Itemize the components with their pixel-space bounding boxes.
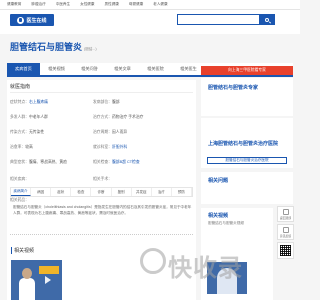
back-to-top-label: 返回顶部 bbox=[279, 215, 292, 220]
top-nav-link[interactable]: 母婴健康 bbox=[129, 2, 143, 7]
expert-box: 胆管结石与胆管炎专家 bbox=[201, 78, 293, 116]
top-nav: 健康教育 肿瘤治疗 中医养生 女性健康 男性健康 母婴健康 老人健康 bbox=[0, 0, 300, 10]
expert-banner-label: 向上海三甲医院看专家 bbox=[228, 68, 266, 72]
logo-text: 医生在线 bbox=[26, 17, 47, 24]
tab-exam[interactable]: 检查 bbox=[71, 188, 92, 196]
info-item: 就诊科室：肝胆外科 bbox=[93, 145, 128, 149]
hospital-button[interactable]: 胆管结石与胆管炎治疗医院 bbox=[207, 157, 287, 164]
logo-icon bbox=[17, 16, 25, 24]
top-nav-link[interactable]: 中医养生 bbox=[56, 2, 70, 7]
tab-diagnosis[interactable]: 诊断 bbox=[91, 188, 112, 196]
tab-qa[interactable]: 相关问答 bbox=[73, 63, 106, 75]
doctor-image bbox=[19, 268, 35, 300]
page-root: 健康教育 肿瘤治疗 中医养生 女性健康 男性健康 母婴健康 老人健康 医生在线 … bbox=[0, 0, 300, 300]
tab-differential[interactable]: 鉴别 bbox=[112, 188, 132, 196]
info-item: 典型症状：腹痛、寒战高热、黄疸 bbox=[10, 160, 67, 164]
top-nav-link[interactable]: 男性健康 bbox=[105, 2, 119, 7]
intro-text: 胆管结石与胆管炎（cholelithiasis and cholangitis）… bbox=[13, 205, 192, 215]
info-item: 多发人群：中老年人群 bbox=[10, 115, 48, 119]
video-heading: 相关视频 bbox=[11, 247, 34, 254]
arrow-up-icon bbox=[282, 208, 289, 215]
top-nav-link[interactable]: 女性健康 bbox=[80, 2, 94, 7]
video-thumbnail[interactable] bbox=[11, 260, 62, 300]
hospital-title: 上海胆管结石与胆管炎治疗医院 bbox=[208, 141, 279, 147]
related-qa-title: 相关问题 bbox=[208, 178, 229, 184]
page-title: 胆管结石与胆管炎 bbox=[10, 42, 83, 52]
back-to-top-button[interactable]: 返回顶部 bbox=[277, 206, 294, 222]
tab-prevention[interactable]: 预防 bbox=[172, 188, 192, 196]
tab-complication[interactable]: 并发症 bbox=[132, 188, 152, 196]
top-nav-link[interactable]: 健康教育 bbox=[7, 2, 21, 7]
floating-toolbar: 返回顶部 意见反馈 bbox=[277, 206, 294, 259]
tab-symptom[interactable]: 症状 bbox=[51, 188, 72, 196]
tab-home[interactable]: 疾病首页 bbox=[7, 63, 40, 75]
info-item: 相关手术： bbox=[93, 177, 112, 181]
divider bbox=[10, 234, 193, 235]
watermark-text: 快收录 bbox=[168, 255, 243, 282]
tab-treatment[interactable]: 治疗 bbox=[152, 188, 172, 196]
info-item: 传染方式：无传染性 bbox=[10, 130, 45, 134]
info-item: 治愈率：较高 bbox=[10, 145, 33, 149]
page-title-suffix: (胆结...) bbox=[84, 47, 97, 51]
tab-hospitals[interactable]: 相关医院 bbox=[139, 63, 172, 75]
page-title-row: 胆管结石与胆管炎 (胆结...) bbox=[10, 40, 97, 54]
site-logo[interactable]: 医生在线 bbox=[10, 14, 54, 26]
related-qa-box: 相关问题 bbox=[201, 172, 293, 204]
info-item: 相关疾病： bbox=[10, 177, 29, 181]
info-item: 相关药品： bbox=[10, 198, 29, 202]
search-icon bbox=[264, 17, 269, 22]
top-nav-link[interactable]: 老人健康 bbox=[153, 2, 167, 7]
info-item: 治疗方式：药物治疗 手术治疗 bbox=[93, 115, 144, 119]
related-video-title: 相关视频 bbox=[208, 213, 229, 219]
search-button[interactable] bbox=[259, 15, 274, 24]
overview-heading: 就医指南 bbox=[10, 84, 31, 90]
related-video-sub[interactable]: 胆管结石与胆管炎视频 bbox=[208, 221, 244, 226]
feedback-button[interactable]: 意见反馈 bbox=[277, 224, 294, 240]
watermark-logo bbox=[140, 248, 166, 274]
expert-banner[interactable]: 向上海三甲医院看专家 bbox=[201, 66, 293, 75]
tab-videos[interactable]: 相关视频 bbox=[40, 63, 73, 75]
top-nav-link[interactable]: 肿瘤治疗 bbox=[31, 2, 45, 7]
detail-tabs: 疾病简介 病因 症状 检查 诊断 鉴别 并发症 治疗 预防 bbox=[10, 187, 193, 197]
tab-articles[interactable]: 相关文章 bbox=[106, 63, 139, 75]
expert-title: 胆管结石与胆管炎专家 bbox=[208, 85, 259, 91]
search-input[interactable] bbox=[177, 14, 275, 25]
info-item: 治疗周期：因人而异 bbox=[93, 130, 128, 134]
thumbnail-banner bbox=[39, 266, 59, 274]
qr-code-icon bbox=[280, 245, 291, 256]
play-icon bbox=[45, 276, 51, 284]
info-item: 相关检查：腹部B超 CT检查 bbox=[93, 160, 140, 164]
feedback-label: 意见反馈 bbox=[279, 233, 292, 238]
tab-intro[interactable]: 疾病简介 bbox=[11, 188, 32, 196]
info-item: 症状特点：右上腹疼痛 bbox=[10, 100, 48, 104]
tab-cause[interactable]: 病因 bbox=[31, 188, 52, 196]
feedback-icon bbox=[282, 226, 289, 233]
qr-code bbox=[277, 242, 294, 259]
info-item: 发病部位：腹部 bbox=[93, 100, 120, 104]
divider bbox=[10, 92, 193, 93]
